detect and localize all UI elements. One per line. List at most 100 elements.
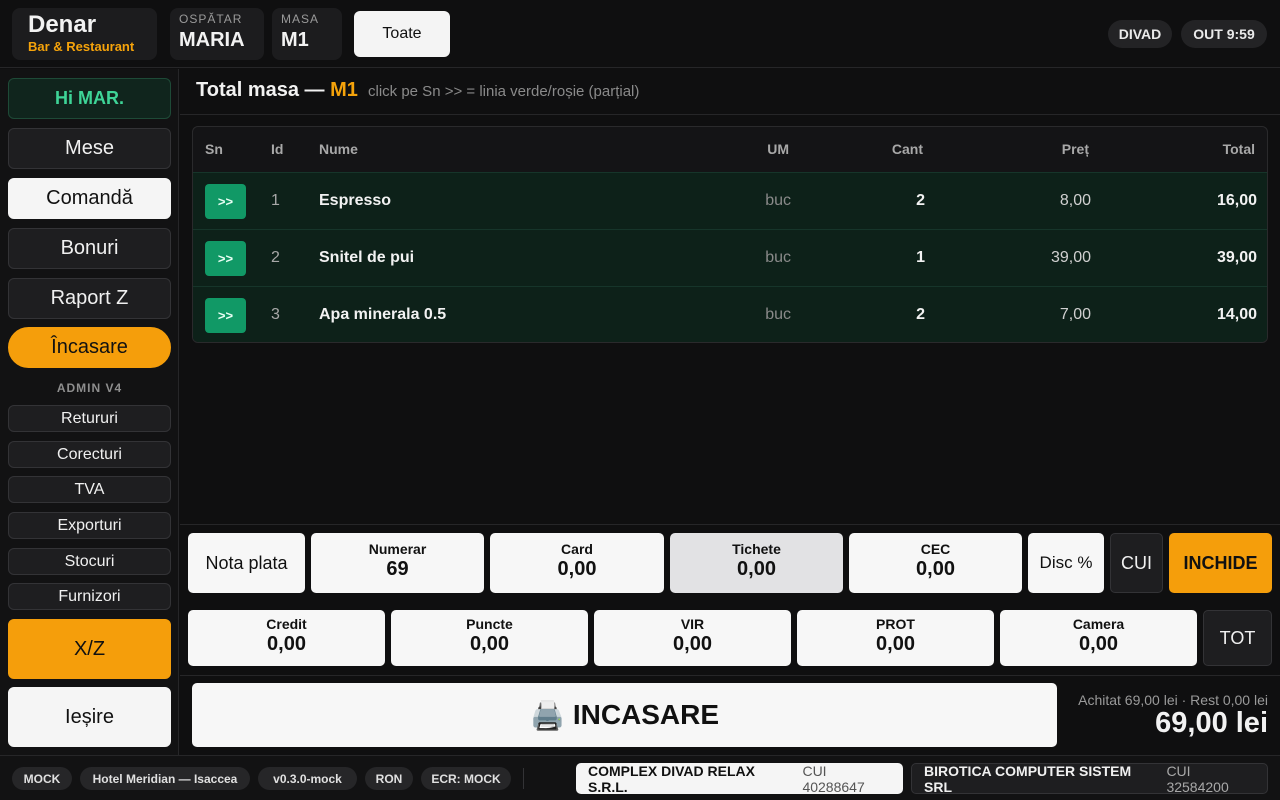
row-qty: 1 (916, 249, 925, 266)
title-table: M1 (330, 79, 358, 101)
sn-toggle-button[interactable]: >> (205, 184, 246, 219)
company-selector-1[interactable]: COMPLEX DIVAD RELAX S.R.L. CUI 40288647 (576, 762, 903, 795)
column-header-cant: Cant (891, 141, 923, 157)
sidebar: Hi MAR. Mese Comandă Bonuri Raport Z Înc… (0, 69, 179, 755)
payment-value: 69 (386, 558, 409, 580)
company-name: COMPLEX DIVAD RELAX S.R.L. (588, 762, 755, 795)
sidebar-item-corecturi[interactable]: Corecturi (8, 441, 171, 468)
sidebar-item-mese[interactable]: Mese (8, 128, 171, 169)
incasare-label: INCASARE (572, 699, 720, 730)
top-bar: Denar Bar & Restaurant OSPĂTAR MARIA MAS… (0, 0, 1280, 68)
payment-label: Credit (266, 616, 307, 632)
sidebar-item-retururi[interactable]: Retururi (8, 405, 171, 432)
table-row[interactable]: >> 2 Snitel de pui buc 1 39,00 39,00 (193, 229, 1267, 286)
payment-card[interactable]: Card 0,00 (490, 533, 664, 593)
waiter-info: OSPĂTAR MARIA (170, 8, 264, 60)
payment-cec[interactable]: CEC 0,00 (849, 533, 1022, 593)
sidebar-item-comanda[interactable]: Comandă (8, 178, 171, 219)
divad-badge[interactable]: DIVAD (1108, 20, 1172, 48)
payment-label: PROT (876, 616, 915, 632)
page-title: Total masa — M1 (196, 79, 358, 102)
waiter-label: OSPĂTAR (179, 12, 243, 26)
waiter-value: MARIA (179, 29, 245, 51)
out-badge[interactable]: OUT 9:59 (1181, 20, 1267, 48)
payment-camera[interactable]: Camera 0,00 (1000, 610, 1197, 666)
sidebar-item-exporturi[interactable]: Exporturi (8, 512, 171, 539)
column-header-sn: Sn (205, 141, 223, 157)
payment-label: Puncte (466, 616, 513, 632)
row-um: buc (765, 249, 791, 266)
table-row[interactable]: >> 1 Espresso buc 2 8,00 16,00 (193, 172, 1267, 229)
company-cui: CUI 32584200 (1166, 762, 1229, 795)
payment-label: Camera (1072, 616, 1125, 632)
payment-value: 0,00 (557, 558, 597, 580)
column-header-total: Total (1222, 141, 1255, 157)
column-header-pret: Preț (1061, 141, 1089, 157)
row-total: 16,00 (1216, 192, 1257, 209)
status-bar: MOCK Hotel Meridian — Isaccea v0.3.0-moc… (0, 755, 1280, 800)
column-header-id: Id (271, 141, 284, 157)
sidebar-item-bonuri[interactable]: Bonuri (8, 228, 171, 269)
row-qty: 2 (916, 192, 925, 209)
incasare-button[interactable]: 🖨️ INCASARE (192, 683, 1057, 747)
sidebar-item-raport-z[interactable]: Raport Z (8, 278, 171, 319)
xz-button[interactable]: X/Z (8, 619, 171, 679)
table-label: MASA (281, 12, 320, 26)
tot-button[interactable]: TOT (1203, 610, 1272, 666)
payment-credit[interactable]: Credit 0,00 (188, 610, 385, 666)
row-qty: 2 (916, 306, 925, 323)
toate-button[interactable]: Toate (354, 11, 450, 57)
payment-numerar[interactable]: Numerar 69 (311, 533, 484, 593)
ecr-badge: ECR: MOCK (421, 767, 511, 790)
company-cui: CUI 40288647 (802, 762, 865, 795)
payment-puncte[interactable]: Puncte 0,00 (391, 610, 588, 666)
sn-toggle-button[interactable]: >> (205, 241, 246, 276)
nota-plata-button[interactable]: Nota plata (188, 533, 305, 593)
table-info: MASA M1 (272, 8, 342, 60)
sidebar-item-stocuri[interactable]: Stocuri (8, 548, 171, 575)
payment-label: VIR (680, 616, 705, 632)
brand-name: Denar (28, 11, 97, 38)
payment-tichete[interactable]: Tichete 0,00 (670, 533, 843, 593)
payment-label: CEC (920, 541, 951, 557)
discount-button[interactable]: Disc % (1028, 533, 1104, 593)
sidebar-item-tva[interactable]: TVA (8, 476, 171, 503)
sidebar-item-incasare[interactable]: Încasare (8, 327, 171, 368)
row-total: 39,00 (1216, 249, 1257, 266)
payment-value: 0,00 (876, 633, 915, 655)
mode-badge: MOCK (12, 767, 72, 790)
row-id: 3 (271, 306, 280, 323)
row-name: Apa minerala 0.5 (319, 306, 447, 323)
column-header-um: UM (767, 141, 789, 157)
exit-button[interactable]: Ieșire (8, 687, 171, 747)
sidebar-item-furnizori[interactable]: Furnizori (8, 583, 171, 610)
payment-total: 69,00 lei (1155, 707, 1268, 739)
currency-badge: RON (365, 767, 413, 790)
payment-value: 0,00 (673, 633, 712, 655)
greeting-label: Hi MAR. (8, 78, 171, 119)
table-value: M1 (281, 29, 309, 51)
payment-label: Numerar (368, 541, 427, 557)
row-um: buc (765, 306, 791, 323)
row-name: Snitel de pui (319, 249, 415, 266)
divider (523, 768, 524, 789)
sn-toggle-button[interactable]: >> (205, 298, 246, 333)
payment-label: Tichete (732, 541, 781, 557)
payment-prot[interactable]: PROT 0,00 (797, 610, 994, 666)
payment-value: 0,00 (267, 633, 306, 655)
company-selector-2[interactable]: BIROTICA COMPUTER SISTEM SRL CUI 3258420… (911, 762, 1268, 795)
version-badge: v0.3.0-mock (258, 767, 357, 790)
payment-value: 0,00 (916, 558, 955, 580)
row-name: Espresso (319, 192, 392, 209)
table-row[interactable]: >> 3 Apa minerala 0.5 buc 2 7,00 14,00 (193, 286, 1267, 342)
brand-logo: Denar Bar & Restaurant (12, 8, 157, 60)
cui-button[interactable]: CUI (1110, 533, 1163, 593)
main-title-bar: Total masa — M1 click pe Sn >> = linia v… (180, 69, 1280, 115)
payment-vir[interactable]: VIR 0,00 (594, 610, 791, 666)
inchide-button[interactable]: INCHIDE (1169, 533, 1272, 593)
payment-value: 0,00 (1079, 633, 1118, 655)
row-total: 14,00 (1216, 306, 1257, 323)
row-price: 8,00 (1059, 192, 1091, 209)
company-name: BIROTICA COMPUTER SISTEM SRL (924, 762, 1132, 795)
row-id: 2 (271, 249, 280, 266)
